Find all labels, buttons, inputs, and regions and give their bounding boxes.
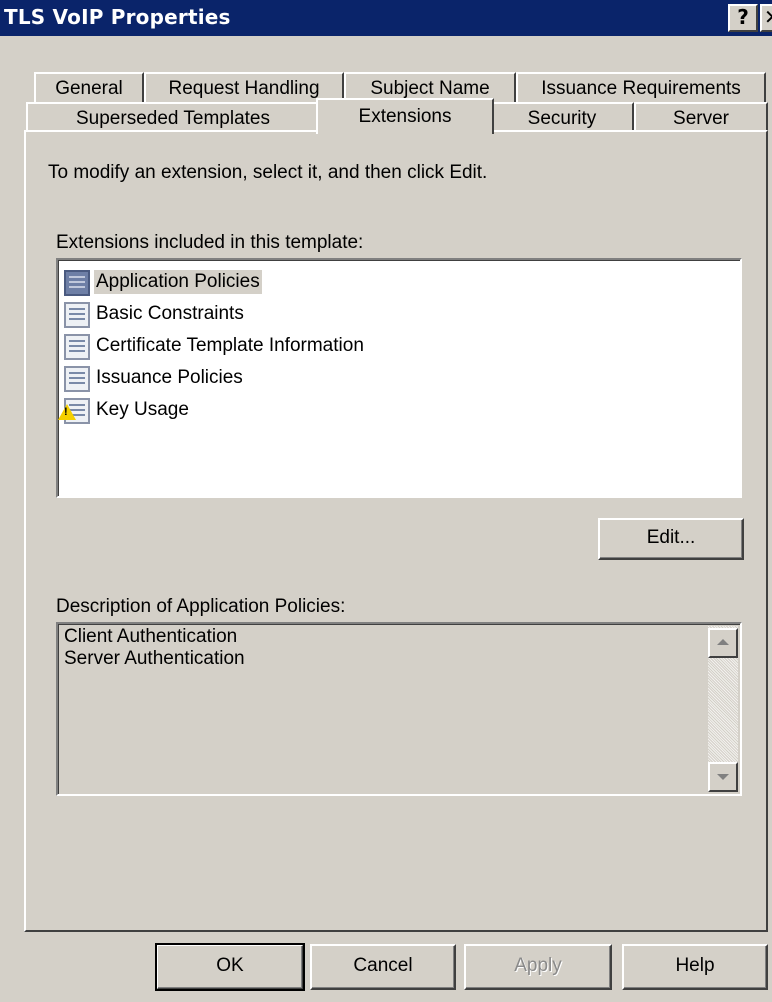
- extension-icon: [64, 366, 90, 392]
- extensions-list[interactable]: Application Policies Basic Constraints C…: [56, 258, 742, 498]
- title-bar[interactable]: TLS VoIP Properties ? ✕: [0, 0, 772, 36]
- description-label: Description of Application Policies:: [56, 596, 346, 617]
- scroll-down-button[interactable]: [708, 762, 738, 792]
- close-icon[interactable]: ✕: [760, 4, 772, 32]
- instruction-text: To modify an extension, select it, and t…: [48, 162, 488, 183]
- extensions-list-label: Extensions included in this template:: [56, 232, 364, 253]
- apply-button[interactable]: Apply: [464, 944, 612, 990]
- description-line: Client Authentication: [64, 626, 238, 647]
- properties-dialog: TLS VoIP Properties ? ✕ General Request …: [0, 0, 772, 1002]
- tab-extensions[interactable]: Extensions: [316, 98, 494, 134]
- list-item-label: Key Usage: [96, 399, 189, 420]
- list-item-application-policies[interactable]: Application Policies: [62, 266, 462, 298]
- description-scrollbar[interactable]: [708, 626, 738, 792]
- warning-icon: !: [58, 404, 76, 420]
- list-item-label: Basic Constraints: [96, 303, 244, 324]
- list-item-label: Issuance Policies: [96, 367, 243, 388]
- ok-button[interactable]: OK: [155, 943, 305, 991]
- edit-button[interactable]: Edit...: [598, 518, 744, 560]
- list-item-label: Certificate Template Information: [96, 335, 364, 356]
- extension-icon: [64, 334, 90, 360]
- list-item-issuance-policies[interactable]: Issuance Policies: [62, 362, 462, 394]
- help-icon[interactable]: ?: [728, 4, 758, 32]
- help-button[interactable]: Help: [622, 944, 768, 990]
- arrow-up-icon: [717, 639, 729, 645]
- tab-issuance-requirements[interactable]: Issuance Requirements: [516, 72, 766, 104]
- extension-icon: [64, 270, 90, 296]
- tab-superseded-templates[interactable]: Superseded Templates: [26, 102, 320, 132]
- list-item-certificate-template-information[interactable]: Certificate Template Information: [62, 330, 462, 362]
- list-item-basic-constraints[interactable]: Basic Constraints: [62, 298, 462, 330]
- window-title: TLS VoIP Properties: [4, 5, 231, 29]
- description-line: Server Authentication: [64, 648, 245, 669]
- scroll-up-button[interactable]: [708, 628, 738, 658]
- tab-server[interactable]: Server: [634, 102, 768, 132]
- tab-request-handling[interactable]: Request Handling: [144, 72, 344, 104]
- description-box[interactable]: Client Authentication Server Authenticat…: [56, 622, 742, 796]
- cancel-button[interactable]: Cancel: [310, 944, 456, 990]
- tab-security[interactable]: Security: [490, 102, 634, 132]
- tab-general[interactable]: General: [34, 72, 144, 104]
- list-item-key-usage[interactable]: ! Key Usage: [58, 394, 462, 426]
- arrow-down-icon: [717, 774, 729, 780]
- extension-icon: [64, 302, 90, 328]
- list-item-label: Application Policies: [94, 270, 262, 294]
